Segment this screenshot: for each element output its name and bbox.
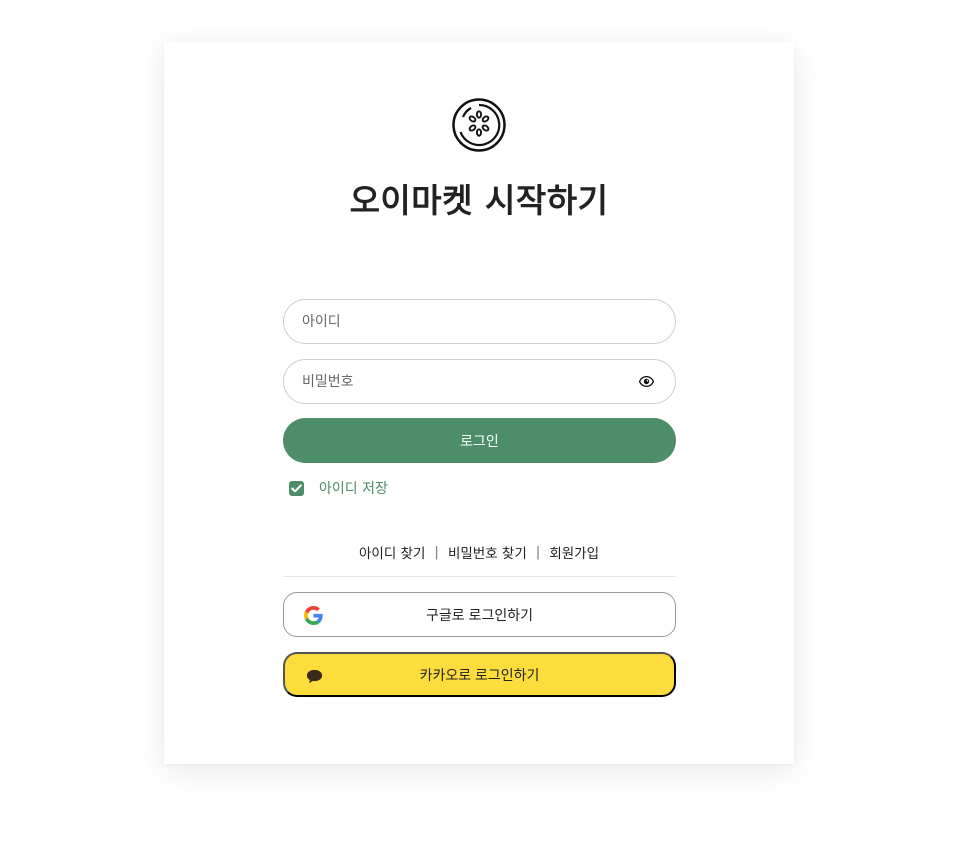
page-title: 오이마켓 시작하기 [349,181,609,220]
remember-id-label: 아이디 저장 [319,481,388,497]
remember-id-checkbox[interactable]: 아이디 저장 [289,478,388,498]
find-password-link[interactable]: 비밀번호 찾기 [448,542,527,562]
id-field[interactable] [283,299,676,344]
password-field[interactable] [283,359,676,404]
logo-icon [452,98,506,152]
checkbox-checked-icon[interactable] [289,480,304,496]
login-button[interactable]: 로그인 [283,418,676,463]
signup-link[interactable]: 회원가입 [549,542,599,562]
account-links: 아이디 찾기 | 비밀번호 찾기 | 회원가입 [164,542,794,562]
find-id-link[interactable]: 아이디 찾기 [359,542,425,562]
divider [283,576,676,577]
eye-icon[interactable] [638,376,654,388]
kakao-login-button[interactable]: 카카오로 로그인하기 [283,652,676,697]
google-icon [304,606,323,625]
password-input[interactable] [302,360,638,403]
google-login-button[interactable]: 구글로 로그인하기 [283,592,676,637]
link-separator: | [535,544,541,560]
google-login-label: 구글로 로그인하기 [426,606,533,623]
link-separator: | [434,544,439,560]
id-input[interactable] [302,300,657,343]
login-card: 오이마켓 시작하기 로그인 아이디 저장 아이디 찾기 | 비밀번호 찾기 | … [164,42,794,764]
speech-bubble-icon [306,669,323,684]
kakao-login-label: 카카오로 로그인하기 [419,666,540,683]
